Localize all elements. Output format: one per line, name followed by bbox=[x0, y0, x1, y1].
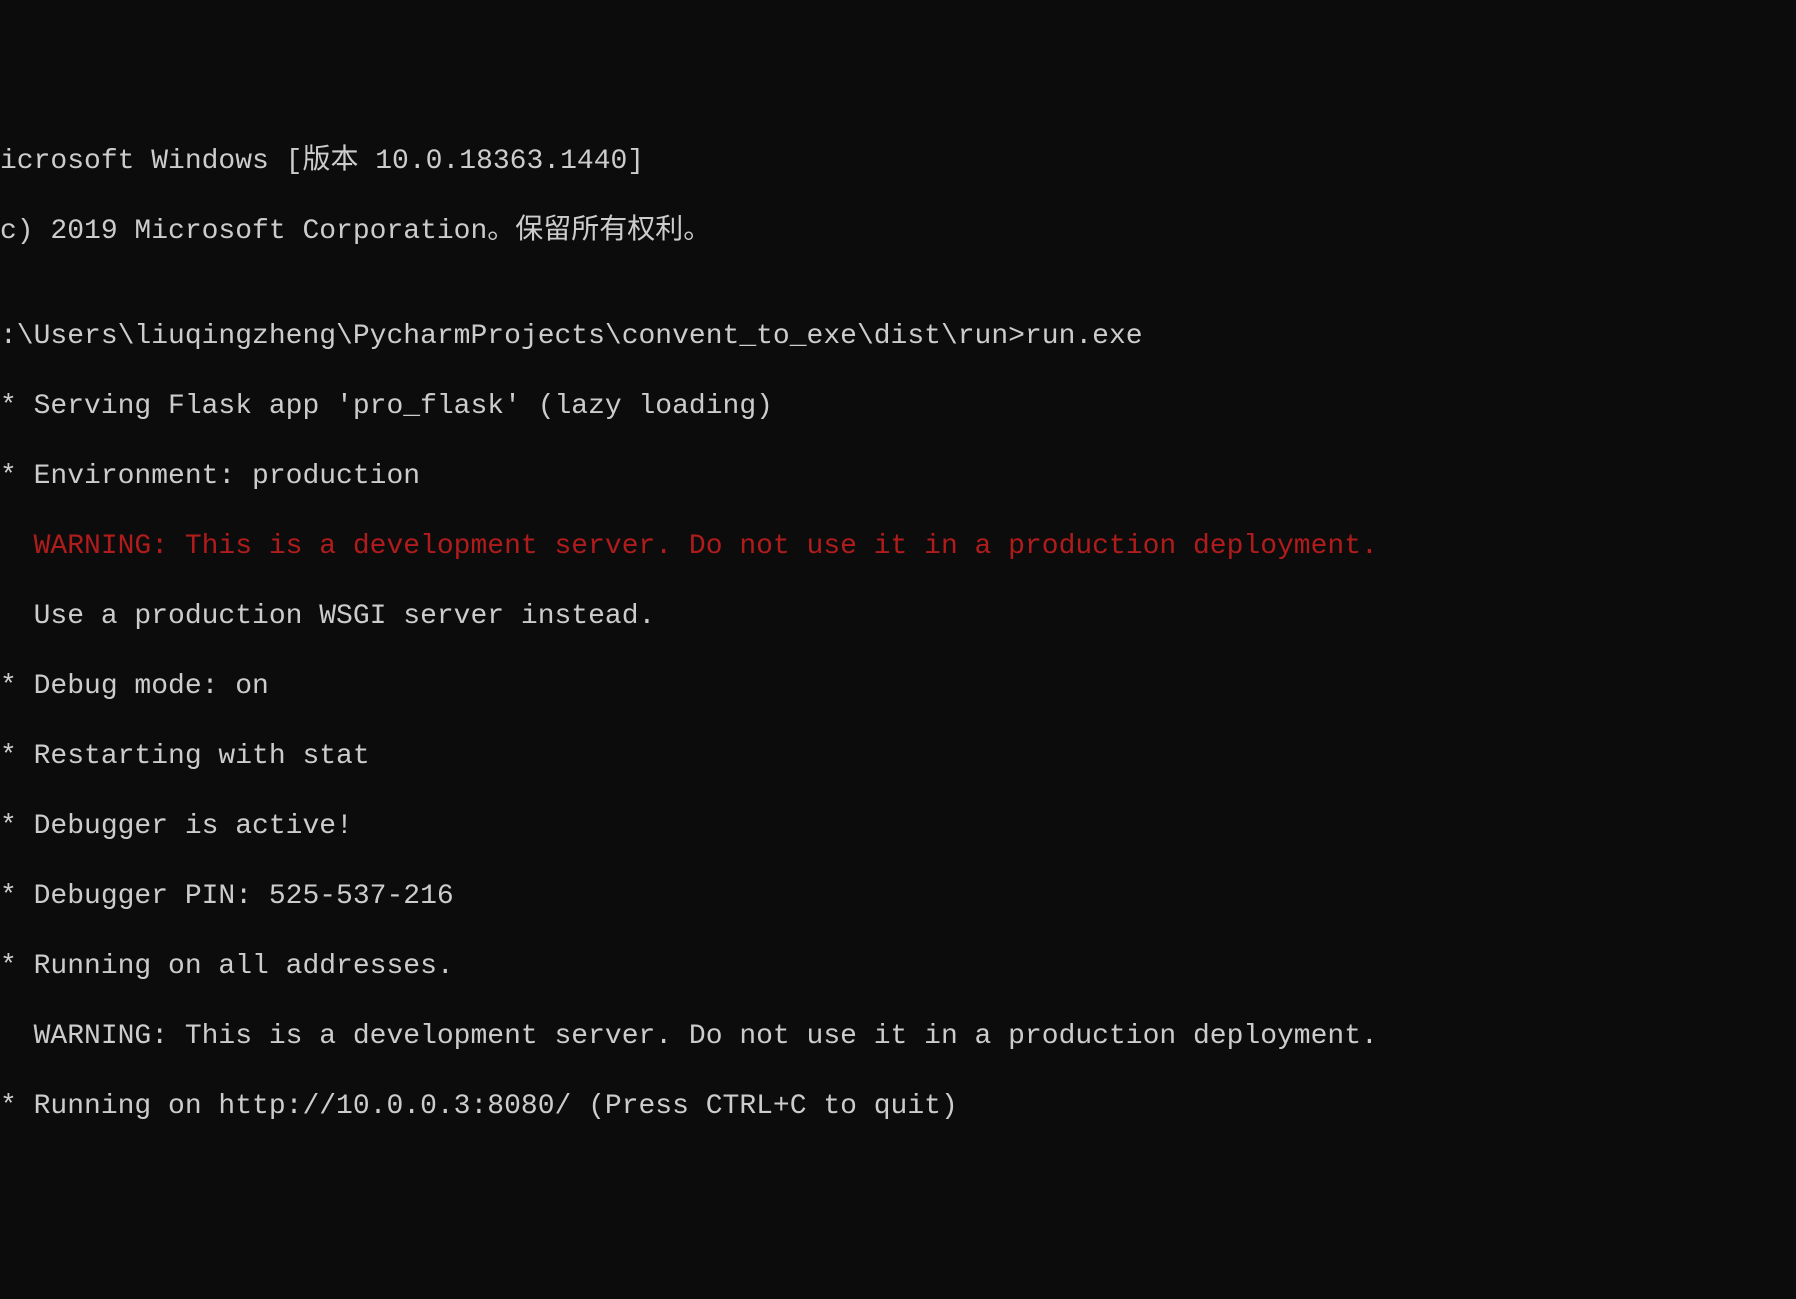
terminal-line-version: icrosoft Windows [版本 10.0.18363.1440] bbox=[0, 144, 1796, 179]
terminal-line-environment: * Environment: production bbox=[0, 459, 1796, 494]
terminal-line-prompt: :\Users\liuqingzheng\PycharmProjects\con… bbox=[0, 319, 1796, 354]
terminal-line-running-all: * Running on all addresses. bbox=[0, 949, 1796, 984]
terminal-line-serving: * Serving Flask app 'pro_flask' (lazy lo… bbox=[0, 389, 1796, 424]
terminal-line-copyright: c) 2019 Microsoft Corporation。保留所有权利。 bbox=[0, 214, 1796, 249]
terminal-line-debugger-active: * Debugger is active! bbox=[0, 809, 1796, 844]
terminal-line-restarting: * Restarting with stat bbox=[0, 739, 1796, 774]
terminal-line-debug-mode: * Debug mode: on bbox=[0, 669, 1796, 704]
terminal-line-warning-white: WARNING: This is a development server. D… bbox=[0, 1019, 1796, 1054]
terminal-line-running-on: * Running on http://10.0.0.3:8080/ (Pres… bbox=[0, 1089, 1796, 1124]
terminal-line-warning-red: WARNING: This is a development server. D… bbox=[0, 529, 1796, 564]
terminal-line-use-wsgi: Use a production WSGI server instead. bbox=[0, 599, 1796, 634]
terminal-line-debugger-pin: * Debugger PIN: 525-537-216 bbox=[0, 879, 1796, 914]
